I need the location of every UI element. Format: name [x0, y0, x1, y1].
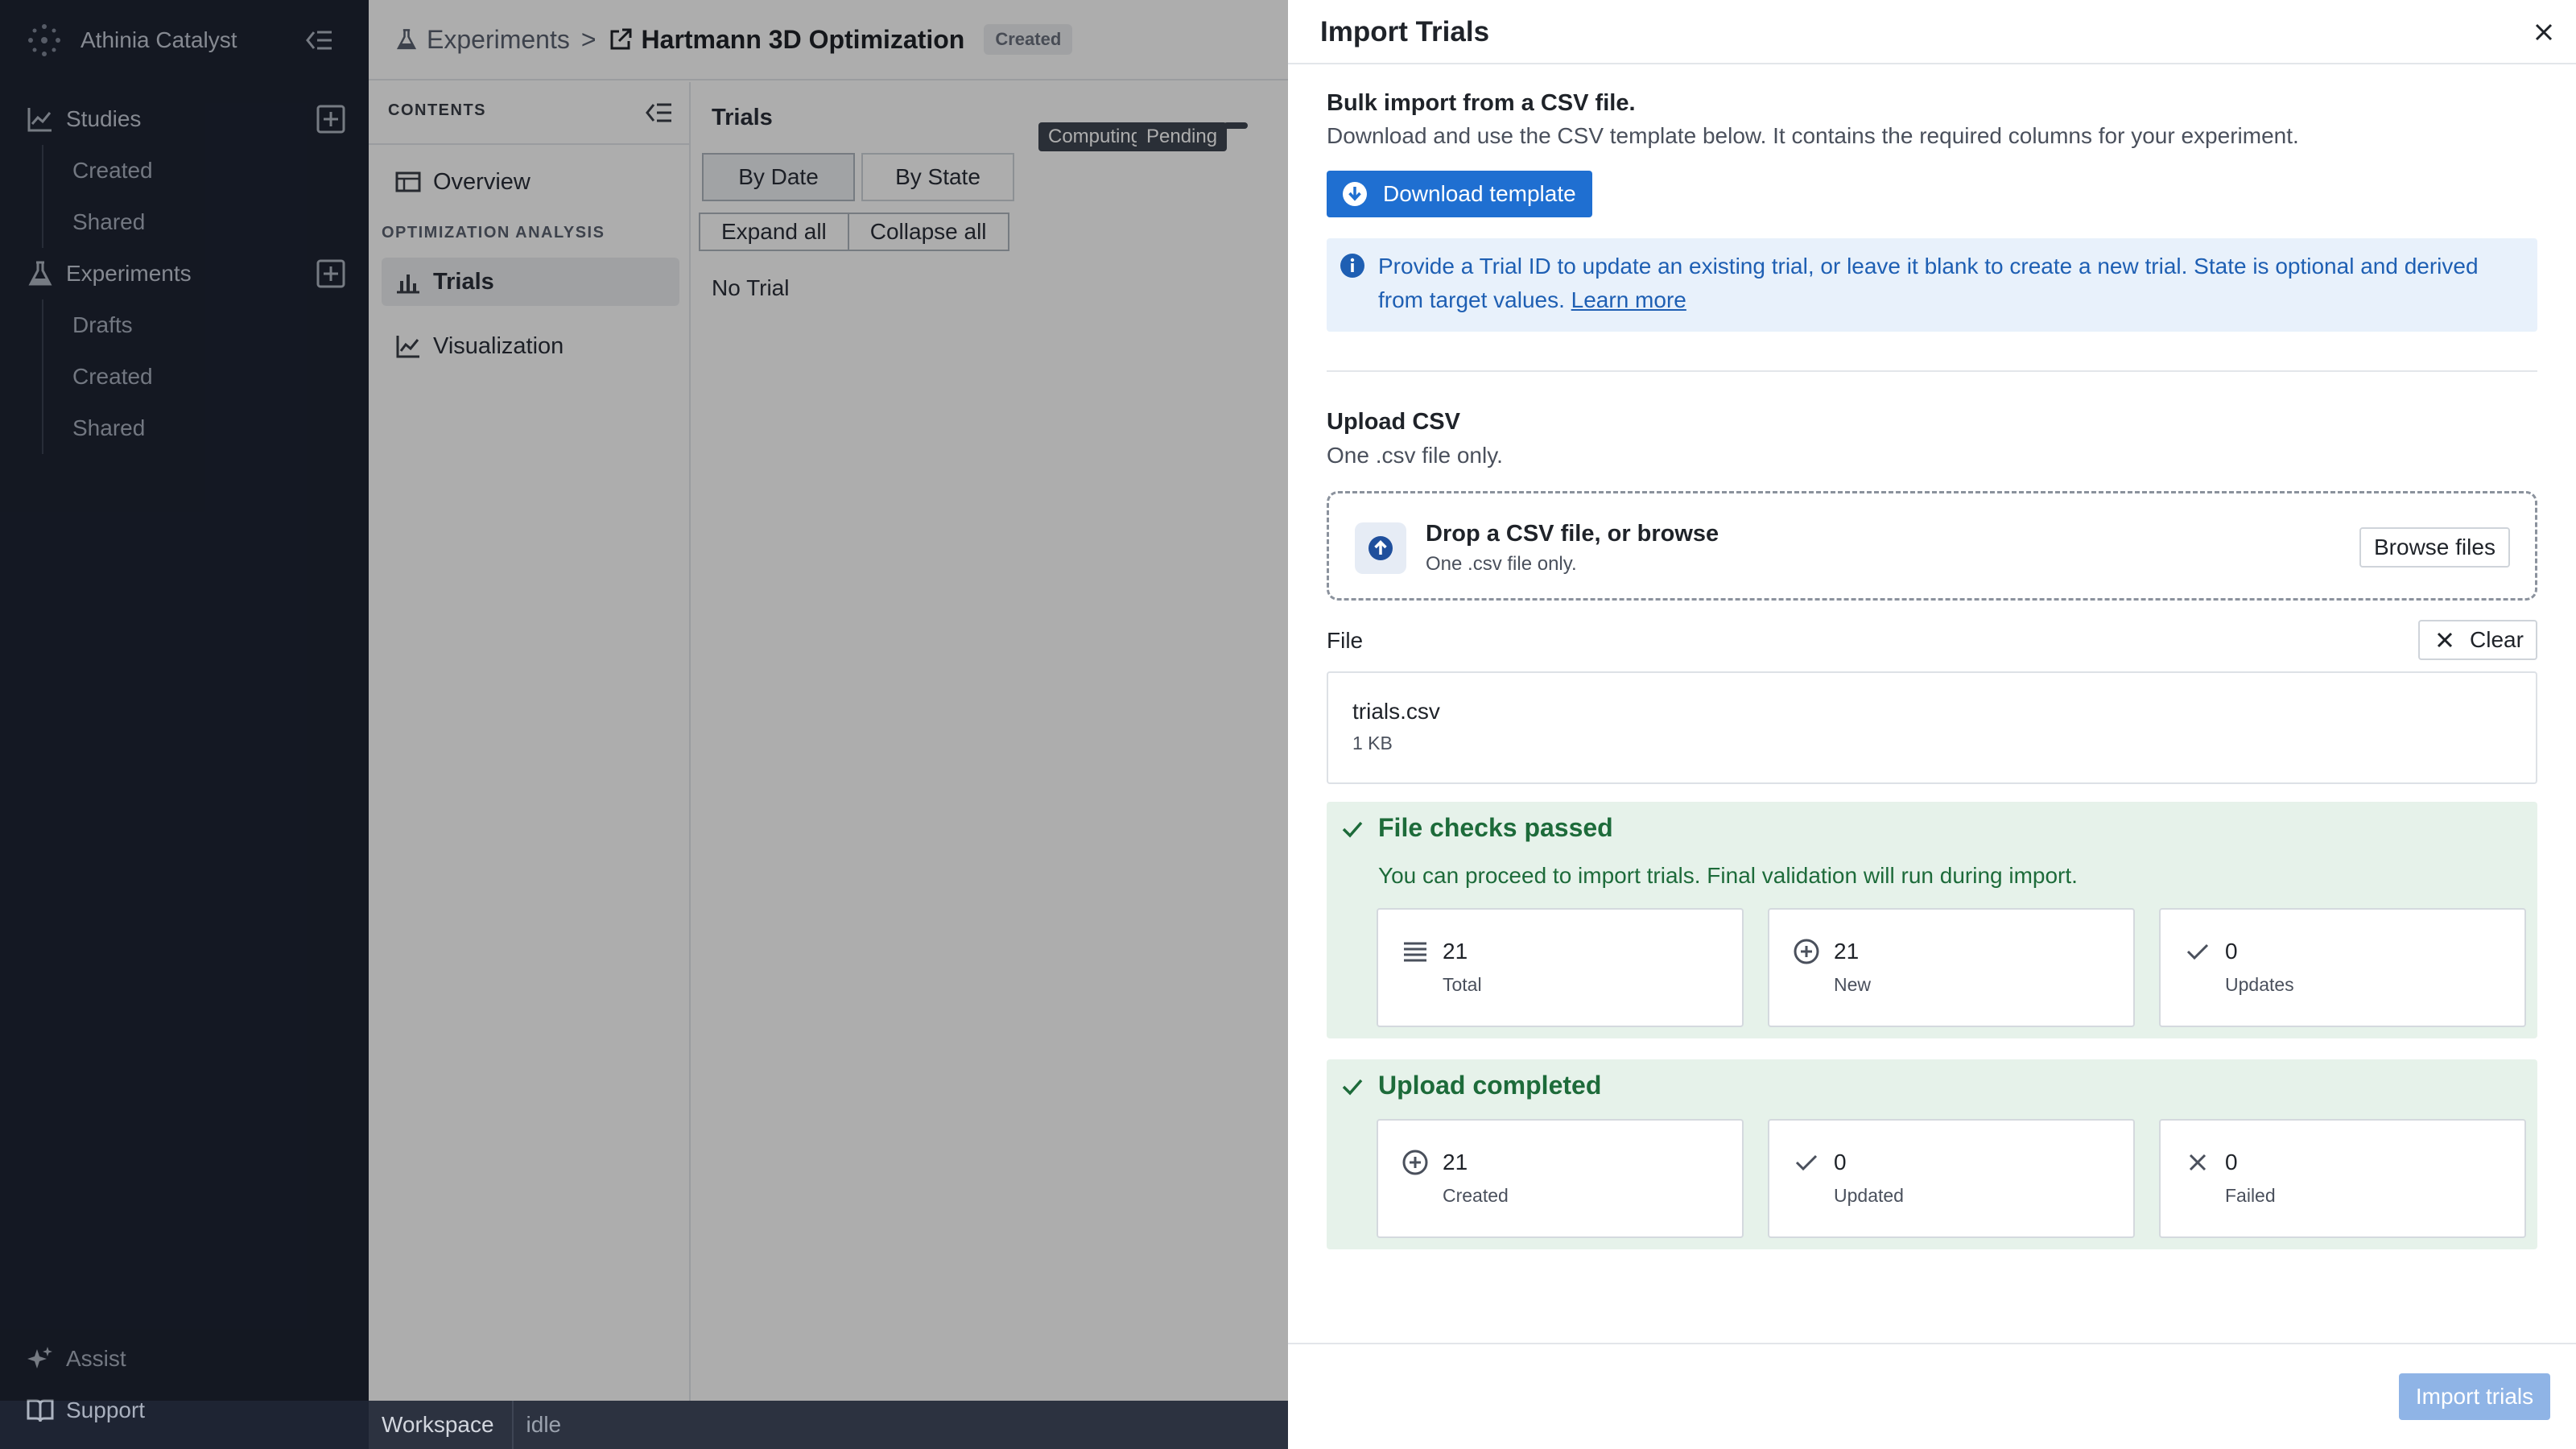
file-checks-description: You can proceed to import trials. Final …: [1378, 863, 2078, 888]
upload-description: One .csv file only.: [1327, 443, 1503, 468]
selected-file: trials.csv 1 KB: [1327, 671, 2537, 784]
download-icon: [1343, 182, 1367, 206]
plus-circle-icon: [1794, 939, 1819, 964]
workspace-state: idle: [511, 1401, 561, 1449]
stat-failed-value: 0: [2225, 1150, 2238, 1174]
info-notice: Provide a Trial ID to update an existing…: [1327, 238, 2537, 332]
file-checks-title: File checks passed: [1378, 813, 1613, 842]
workspace-label: Workspace: [382, 1412, 494, 1437]
upload-completed-panel: Upload completed 21 Created 0 Updated 0 …: [1327, 1059, 2537, 1249]
browse-files-button[interactable]: Browse files: [2359, 527, 2510, 568]
drawer-footer: Import trials: [1288, 1343, 2576, 1449]
csv-dropzone[interactable]: Drop a CSV file, or browse One .csv file…: [1327, 491, 2537, 601]
info-message: Provide a Trial ID to update an existing…: [1378, 254, 2479, 312]
list-icon: [1404, 942, 1426, 962]
file-label: File: [1327, 628, 1364, 653]
plus-circle-icon: [1402, 1150, 1428, 1175]
download-template-button[interactable]: Download template: [1327, 171, 1592, 217]
stat-updates: 0 Updates: [2159, 908, 2526, 1027]
close-icon[interactable]: [2528, 16, 2560, 48]
clear-label: Clear: [2470, 627, 2524, 652]
stat-updated: 0 Updated: [1768, 1119, 2135, 1238]
drawer-title: Import Trials: [1320, 16, 1490, 47]
learn-more-link[interactable]: Learn more: [1571, 287, 1686, 312]
stat-created-label: Created: [1443, 1185, 1509, 1206]
upload-icon-box: [1355, 522, 1406, 574]
dropzone-title: Drop a CSV file, or browse: [1426, 521, 1719, 547]
bulk-heading: Bulk import from a CSV file.: [1327, 90, 1636, 116]
import-trials-drawer: Import Trials Bulk import from a CSV fil…: [1288, 0, 2576, 1449]
file-name: trials.csv: [1352, 699, 1440, 724]
check-icon: [1795, 1154, 1818, 1171]
info-text: Provide a Trial ID to update an existing…: [1378, 250, 2521, 317]
divider: [1327, 370, 2537, 372]
download-template-label: Download template: [1383, 181, 1576, 206]
check-icon: [1342, 1079, 1363, 1096]
clear-button[interactable]: Clear: [2418, 620, 2537, 660]
stat-created-value: 21: [1443, 1150, 1468, 1174]
dropzone-hint: One .csv file only.: [1426, 553, 1577, 575]
modal-backdrop[interactable]: [0, 0, 1288, 1401]
stat-failed-label: Failed: [2225, 1185, 2276, 1206]
upload-icon: [1368, 536, 1393, 560]
stat-updates-label: Updates: [2225, 974, 2294, 995]
upload-completed-title: Upload completed: [1378, 1071, 1602, 1100]
check-icon: [2186, 943, 2209, 960]
upload-heading: Upload CSV: [1327, 409, 1460, 435]
import-trials-button[interactable]: Import trials: [2399, 1373, 2550, 1420]
nav-support-label: Support: [66, 1397, 146, 1422]
close-icon: [2437, 632, 2453, 648]
info-icon: [1340, 254, 1364, 278]
x-icon: [2189, 1154, 2207, 1171]
stat-total: 21 Total: [1377, 908, 1744, 1027]
stat-updated-value: 0: [1834, 1150, 1847, 1174]
stat-new-label: New: [1834, 974, 1872, 995]
stat-new: 21 New: [1768, 908, 2135, 1027]
stat-new-value: 21: [1834, 939, 1860, 964]
file-size: 1 KB: [1352, 733, 1393, 753]
drawer-header: Import Trials: [1288, 0, 2576, 64]
bulk-description: Download and use the CSV template below.…: [1327, 123, 2299, 148]
stat-updated-label: Updated: [1834, 1185, 1904, 1206]
stat-total-value: 21: [1443, 939, 1468, 964]
stat-updates-value: 0: [2225, 939, 2238, 964]
stat-created: 21 Created: [1377, 1119, 1744, 1238]
status-bar: Workspace idle: [369, 1401, 1288, 1449]
file-checks-panel: File checks passed You can proceed to im…: [1327, 802, 2537, 1038]
stat-failed: 0 Failed: [2159, 1119, 2526, 1238]
stat-total-label: Total: [1443, 974, 1482, 995]
check-icon: [1342, 821, 1363, 838]
